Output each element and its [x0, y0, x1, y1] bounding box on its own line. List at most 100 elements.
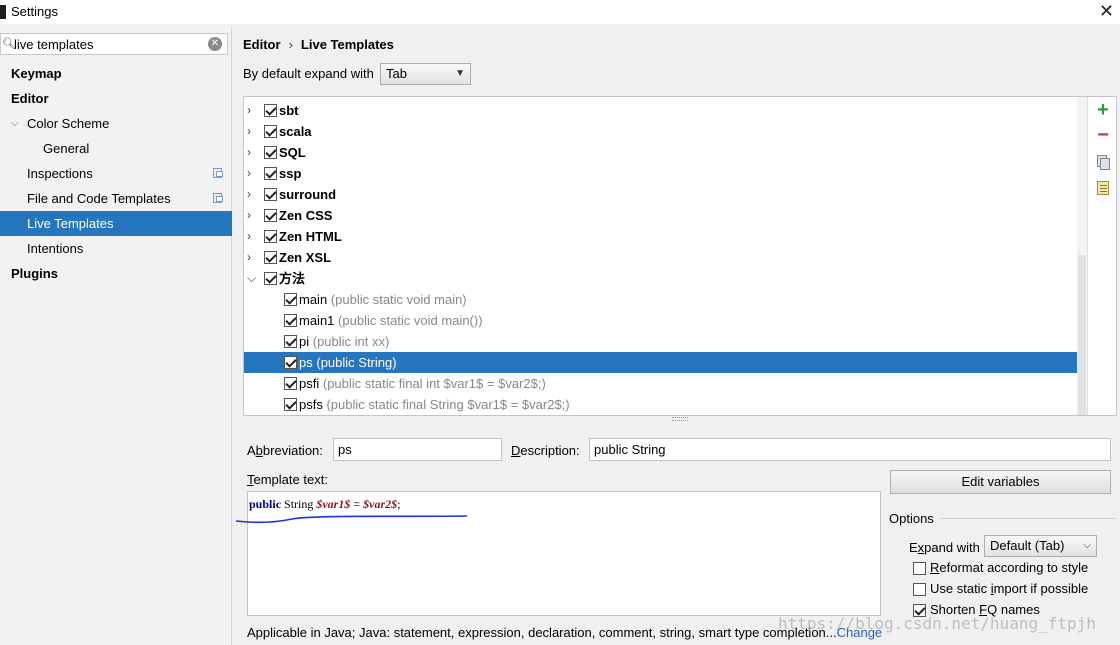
- sidebar-item-file-and-code-templates[interactable]: File and Code Templates: [0, 186, 232, 211]
- handwritten-underline: [235, 515, 468, 524]
- scrollbar-thumb[interactable]: [1078, 255, 1086, 415]
- static-import-checkbox[interactable]: [913, 583, 926, 596]
- window-title: Settings: [11, 4, 58, 19]
- edit-icon[interactable]: [1094, 179, 1112, 197]
- breadcrumb-parent: Editor: [243, 37, 281, 52]
- template-name: main: [299, 292, 328, 307]
- options-title: Options: [889, 511, 934, 526]
- templates-tree: › sbt › scala › SQL › ssp › surround › Zen CSS…: [243, 96, 1117, 416]
- template-item[interactable]: main1 (public static void main()): [244, 310, 1087, 331]
- breadcrumb: Editor › Live Templates: [243, 37, 394, 52]
- options-separator: [940, 518, 1116, 519]
- chevron-right-icon[interactable]: ›: [247, 100, 251, 121]
- template-checkbox[interactable]: [284, 377, 297, 390]
- code-semicolon: ;: [397, 497, 401, 511]
- group-checkbox[interactable]: [264, 209, 277, 222]
- sidebar-item-inspections[interactable]: Inspections: [0, 161, 232, 186]
- project-scope-icon: [213, 193, 223, 203]
- app-icon: [0, 5, 6, 19]
- template-checkbox[interactable]: [284, 293, 297, 306]
- breadcrumb-current: Live Templates: [300, 37, 394, 52]
- group-checkbox[interactable]: [264, 272, 277, 285]
- sidebar-item-general[interactable]: General: [0, 136, 232, 161]
- edit-variables-button[interactable]: Edit variables: [890, 470, 1111, 494]
- sidebar-item-color-scheme[interactable]: ⌵ Color Scheme: [0, 111, 232, 136]
- abbreviation-label: Abbreviation:: [247, 443, 323, 458]
- template-checkbox[interactable]: [284, 335, 297, 348]
- default-expand-select[interactable]: Tab ▼: [380, 63, 471, 85]
- clear-search-icon[interactable]: ✕: [208, 37, 222, 51]
- expand-with-select[interactable]: Default (Tab) ⌵: [984, 535, 1097, 557]
- add-icon[interactable]: +: [1094, 100, 1112, 120]
- chevron-down-icon[interactable]: ⌵: [247, 268, 256, 289]
- vertical-scrollbar[interactable]: [1077, 97, 1087, 415]
- chevron-right-icon[interactable]: ›: [247, 226, 251, 247]
- chevron-down-icon[interactable]: ⌵: [11, 111, 19, 136]
- chevron-down-icon: ⌵: [1083, 540, 1091, 551]
- group-checkbox[interactable]: [264, 188, 277, 201]
- template-group[interactable]: ⌵ 方法: [244, 268, 1087, 289]
- template-desc: (public String): [316, 355, 397, 370]
- template-group[interactable]: › Zen HTML: [244, 226, 1087, 247]
- group-checkbox[interactable]: [264, 104, 277, 117]
- template-item[interactable]: main (public static void main): [244, 289, 1087, 310]
- template-name: ps: [299, 355, 313, 370]
- template-group[interactable]: › SQL: [244, 142, 1087, 163]
- close-icon[interactable]: ✕: [1099, 0, 1114, 22]
- template-item[interactable]: psfs (public static final String $var1$ …: [244, 394, 1087, 415]
- template-group[interactable]: › surround: [244, 184, 1087, 205]
- code-keyword: public: [249, 497, 282, 511]
- abbreviation-field[interactable]: [333, 438, 502, 461]
- sidebar-item-plugins[interactable]: Plugins: [0, 261, 232, 286]
- group-checkbox[interactable]: [264, 230, 277, 243]
- copy-icon[interactable]: [1094, 153, 1112, 171]
- template-group[interactable]: › Zen XSL: [244, 247, 1087, 268]
- template-checkbox[interactable]: [284, 398, 297, 411]
- default-expand-label: By default expand with: [243, 66, 374, 81]
- template-name: pi: [299, 334, 310, 349]
- search-box[interactable]: 🔍︎ ✕: [0, 33, 228, 55]
- template-group[interactable]: › sbt: [244, 100, 1087, 121]
- default-expand-value: Tab: [386, 66, 407, 81]
- code-type: String: [284, 497, 314, 511]
- template-group[interactable]: › Zen CSS: [244, 205, 1087, 226]
- sidebar-item-label: Color Scheme: [27, 116, 110, 131]
- group-checkbox[interactable]: [264, 146, 277, 159]
- template-item-selected[interactable]: ps (public String): [244, 352, 1087, 373]
- remove-icon[interactable]: −: [1094, 125, 1112, 145]
- chevron-right-icon[interactable]: ›: [247, 205, 251, 226]
- static-import-label: Use static import if possible: [930, 581, 1089, 596]
- template-item[interactable]: pi (public int xx): [244, 331, 1087, 352]
- group-name: ssp: [279, 166, 302, 181]
- sidebar-item-label: Editor: [11, 91, 49, 106]
- sidebar-item-keymap[interactable]: Keymap: [0, 61, 232, 86]
- description-field[interactable]: [589, 438, 1111, 461]
- template-checkbox[interactable]: [284, 314, 297, 327]
- sidebar-item-live-templates[interactable]: Live Templates: [0, 211, 232, 236]
- sidebar-item-intentions[interactable]: Intentions: [0, 236, 232, 261]
- chevron-right-icon[interactable]: ›: [247, 163, 251, 184]
- template-name: psfs: [299, 397, 323, 412]
- sidebar-item-label: Plugins: [11, 266, 58, 281]
- splitter-handle[interactable]: [672, 417, 688, 421]
- chevron-right-icon[interactable]: ›: [247, 121, 251, 142]
- sidebar-item-label: File and Code Templates: [27, 191, 171, 206]
- chevron-right-icon[interactable]: ›: [247, 247, 251, 268]
- group-checkbox[interactable]: [264, 125, 277, 138]
- search-input[interactable]: [14, 35, 204, 53]
- sidebar-item-label: Keymap: [11, 66, 62, 81]
- chevron-right-icon[interactable]: ›: [247, 142, 251, 163]
- sidebar-item-editor[interactable]: Editor: [0, 86, 232, 111]
- chevron-down-icon: ▼: [455, 68, 465, 79]
- chevron-right-icon[interactable]: ›: [247, 184, 251, 205]
- template-group[interactable]: › ssp: [244, 163, 1087, 184]
- reformat-label: Reformat according to style: [930, 560, 1089, 575]
- group-checkbox[interactable]: [264, 251, 277, 264]
- group-checkbox[interactable]: [264, 167, 277, 180]
- sidebar-item-label: Live Templates: [27, 216, 114, 231]
- template-group[interactable]: › scala: [244, 121, 1087, 142]
- template-item[interactable]: psfi (public static final int $var1$ = $…: [244, 373, 1087, 394]
- group-name: scala: [279, 124, 312, 139]
- reformat-checkbox[interactable]: [913, 562, 926, 575]
- template-checkbox[interactable]: [284, 356, 297, 369]
